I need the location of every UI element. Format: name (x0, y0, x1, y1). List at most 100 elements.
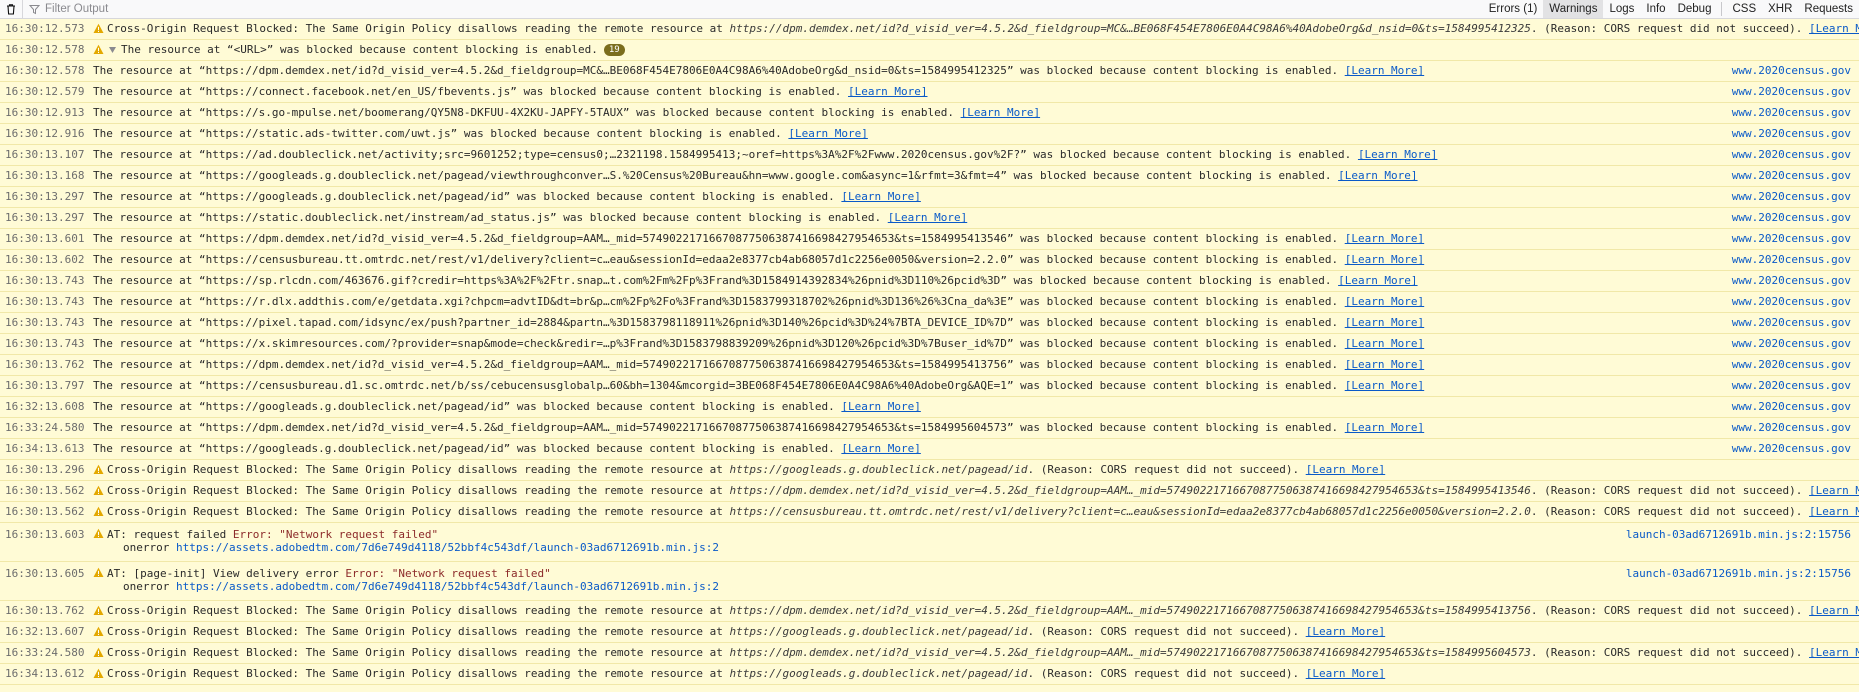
filter-input[interactable] (45, 3, 345, 15)
message-source-link[interactable]: www.2020census.gov (1732, 397, 1851, 417)
filter-buttons: Errors (1) Warnings Logs Info Debug CSS XHR Req… (1483, 0, 1859, 18)
learn-more-link[interactable]: [Learn More] (1345, 316, 1424, 329)
stack-location-link[interactable]: https://assets.adobedtm.com/7d6e749d4118… (176, 541, 719, 554)
message-source-link[interactable]: www.2020census.gov (1732, 229, 1851, 249)
learn-more-link[interactable]: [Learn More] (1345, 253, 1424, 266)
message-suffix: ” was blocked because content blocking i… (1006, 253, 1345, 266)
filter-info-button[interactable]: Info (1640, 0, 1671, 18)
message-timestamp: 16:30:13.797 (5, 379, 85, 392)
learn-more-link[interactable]: [Learn More] (1345, 379, 1424, 392)
learn-more-link[interactable]: [Learn More] (1345, 358, 1424, 371)
message-source-link[interactable]: www.2020census.gov (1732, 124, 1851, 144)
learn-more-link[interactable]: [Learn More] (848, 85, 927, 98)
blocked-url: https://sp.rlcdn.com/463676.gif?credir=h… (205, 274, 1001, 287)
message-body: Cross-Origin Request Blocked: The Same O… (107, 460, 1859, 480)
learn-more-link[interactable]: [Learn More] (841, 190, 920, 203)
message-source-link[interactable]: www.2020census.gov (1732, 334, 1851, 354)
console-message-child: 16:30:13.168 The resource at “https://goo… (0, 166, 1859, 187)
message-source-link[interactable]: www.2020census.gov (1732, 250, 1851, 270)
message-timestamp: 16:30:12.573 (5, 22, 85, 35)
warning-icon (89, 528, 107, 539)
console-message: 16:30:13.603 AT: request failed Error: "N… (0, 523, 1859, 562)
message-prefix: The resource at “ (93, 106, 206, 119)
console-message: 16:33:24.580 Cross-Origin Request Blocked… (0, 643, 1859, 664)
message-source-link[interactable]: www.2020census.gov (1732, 355, 1851, 375)
learn-more-link[interactable]: [Learn More] (788, 127, 867, 140)
learn-more-link[interactable]: [Learn More] (1338, 169, 1417, 182)
learn-more-link[interactable]: [Learn More] (841, 442, 920, 455)
message-source-link[interactable]: www.2020census.gov (1732, 439, 1851, 459)
filter-debug-button[interactable]: Debug (1672, 0, 1718, 18)
message-source-link[interactable]: www.2020census.gov (1732, 376, 1851, 396)
blocked-url: https://dpm.demdex.net/id?d_visid_ver=4.… (729, 604, 1531, 617)
filter-requests-button[interactable]: Requests (1798, 0, 1859, 18)
learn-more-link[interactable]: [Learn More] (1809, 604, 1859, 617)
learn-more-link[interactable]: [Learn More] (1809, 646, 1859, 659)
learn-more-link[interactable]: [Learn More] (1306, 667, 1385, 680)
learn-more-link[interactable]: [Learn More] (1338, 274, 1417, 287)
message-source-link[interactable]: www.2020census.gov (1732, 166, 1851, 186)
message-prefix: The resource at “ (93, 295, 206, 308)
learn-more-link[interactable]: [Learn More] (1809, 505, 1859, 518)
message-source-link[interactable]: www.2020census.gov (1732, 271, 1851, 291)
message-body: The resource at “https://dpm.demdex.net/… (89, 229, 1859, 249)
stack-location-link[interactable]: https://assets.adobedtm.com/7d6e749d4118… (176, 580, 719, 593)
learn-more-link[interactable]: [Learn More] (1345, 337, 1424, 350)
stack-function: onerror (123, 541, 176, 554)
message-suffix: . (Reason: CORS request did not succeed)… (1027, 463, 1306, 476)
message-source-link[interactable]: www.2020census.gov (1732, 292, 1851, 312)
message-source-link[interactable]: www.2020census.gov (1732, 82, 1851, 102)
message-suffix: ” was blocked because content blocking i… (1006, 316, 1345, 329)
console-message-child: 16:30:13.297 The resource at “https://sta… (0, 208, 1859, 229)
message-timestamp: 16:30:13.297 (5, 211, 85, 224)
message-source-link[interactable]: www.2020census.gov (1732, 313, 1851, 333)
console-message-group[interactable]: 16:30:12.578 The resource at “<URL>” was … (0, 40, 1859, 61)
learn-more-link[interactable]: [Learn More] (1809, 22, 1859, 35)
trash-icon (7, 4, 15, 15)
learn-more-link[interactable]: [Learn More] (961, 106, 1040, 119)
learn-more-link[interactable]: [Learn More] (1358, 148, 1437, 161)
message-body: The resource at “https://dpm.demdex.net/… (89, 61, 1859, 81)
message-source-link[interactable]: www.2020census.gov (1732, 208, 1851, 228)
message-source-link[interactable]: www.2020census.gov (1732, 145, 1851, 165)
message-prefix: Cross-Origin Request Blocked: The Same O… (107, 22, 730, 35)
message-body: The resource at “https://x.skimresources… (89, 334, 1859, 354)
filter-icon (29, 4, 40, 14)
message-body: AT: [page-init] View delivery error Erro… (107, 567, 1859, 593)
filter-warnings-button[interactable]: Warnings (1543, 0, 1604, 18)
message-suffix: . (Reason: CORS request did not succeed)… (1530, 604, 1810, 617)
message-body: The resource at “https://googleads.g.dou… (89, 166, 1859, 186)
console-message-child: 16:30:13.601 The resource at “https://dpm… (0, 229, 1859, 250)
toolbar-separator (1721, 2, 1723, 16)
message-timestamp: 16:34:13.612 (5, 667, 85, 680)
filter-xhr-button[interactable]: XHR (1762, 0, 1798, 18)
message-source-link[interactable]: www.2020census.gov (1732, 61, 1851, 81)
message-source-link[interactable]: launch-03ad6712691b.min.js:2:15756 (1626, 567, 1851, 580)
learn-more-link[interactable]: [Learn More] (841, 400, 920, 413)
filter-errors-button[interactable]: Errors (1) (1483, 0, 1544, 18)
message-timestamp: 16:30:13.601 (5, 232, 85, 245)
learn-more-link[interactable]: [Learn More] (1809, 484, 1859, 497)
learn-more-link[interactable]: [Learn More] (1306, 463, 1385, 476)
message-body: The resource at “https://googleads.g.dou… (89, 439, 1859, 459)
learn-more-link[interactable]: [Learn More] (1345, 232, 1424, 245)
expand-arrow-icon[interactable] (107, 40, 118, 53)
learn-more-link[interactable]: [Learn More] (1345, 295, 1424, 308)
message-source-link[interactable]: www.2020census.gov (1732, 418, 1851, 438)
clear-console-button[interactable] (0, 0, 23, 18)
filter-logs-button[interactable]: Logs (1603, 0, 1640, 18)
message-prefix: The resource at “ (93, 379, 206, 392)
learn-more-link[interactable]: [Learn More] (1345, 64, 1424, 77)
learn-more-link[interactable]: [Learn More] (888, 211, 967, 224)
filter-box[interactable] (23, 0, 1483, 18)
message-suffix: ” was blocked because content blocking i… (450, 127, 789, 140)
message-source-link[interactable]: www.2020census.gov (1732, 103, 1851, 123)
message-prefix: The resource at “ (93, 400, 206, 413)
learn-more-link[interactable]: [Learn More] (1345, 421, 1424, 434)
learn-more-link[interactable]: [Learn More] (1306, 625, 1385, 638)
message-source-link[interactable]: www.2020census.gov (1732, 187, 1851, 207)
group-message-text: The resource at “<URL>” was blocked beca… (121, 43, 598, 56)
message-source-link[interactable]: launch-03ad6712691b.min.js:2:15756 (1626, 528, 1851, 541)
message-prefix: Cross-Origin Request Blocked: The Same O… (107, 463, 730, 476)
filter-css-button[interactable]: CSS (1726, 0, 1762, 18)
